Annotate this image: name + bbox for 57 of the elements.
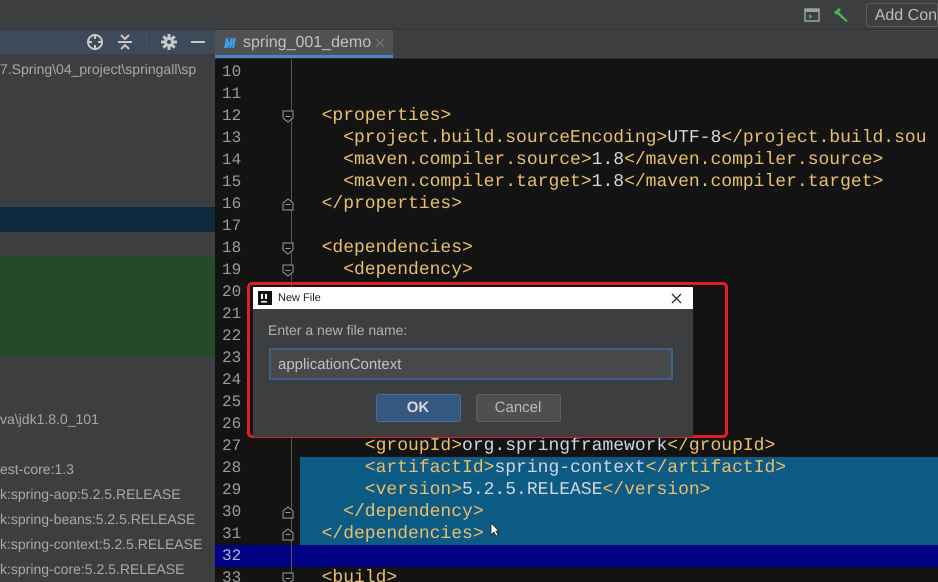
line-number: 27	[221, 436, 242, 457]
line-number: 32	[221, 546, 242, 567]
fold-marker-icon[interactable]	[282, 242, 294, 254]
line-number: 11	[221, 84, 242, 105]
dialog-button[interactable]: Cancel	[476, 394, 560, 422]
code-line: <maven.compiler.target>1.8</maven.compiler.target>	[342, 171, 884, 193]
line-number: 33	[221, 568, 242, 582]
line-number: 17	[221, 216, 242, 237]
run-window-icon[interactable]	[804, 8, 820, 22]
maven-file-icon	[223, 36, 239, 48]
line-number: 23	[221, 348, 242, 369]
line-number: 16	[221, 194, 242, 215]
line-number: 26	[221, 414, 242, 435]
line-number: 12	[221, 106, 242, 127]
line-number: 25	[221, 392, 242, 413]
line-number: 22	[221, 326, 242, 347]
collapse-icon[interactable]	[118, 33, 132, 51]
code-line: <dependencies>	[320, 237, 473, 259]
app-logo-icon	[258, 291, 272, 305]
line-number: 29	[221, 480, 242, 501]
hammer-icon[interactable]	[832, 6, 850, 22]
code-line: <properties>	[320, 105, 452, 127]
line-number: 28	[221, 458, 242, 479]
line-number: 19	[221, 260, 242, 281]
line-number: 21	[221, 304, 242, 325]
line-number: 20	[221, 282, 242, 303]
line-number: 30	[221, 502, 242, 523]
crosshair-icon[interactable]	[86, 33, 104, 51]
code-line: </properties>	[320, 193, 462, 215]
close-icon[interactable]	[671, 292, 682, 304]
code-line: <build>	[320, 567, 398, 582]
fold-marker-icon[interactable]	[282, 528, 294, 540]
settings-icon[interactable]	[161, 34, 177, 50]
line-number: 10	[221, 62, 242, 83]
fold-marker-icon[interactable]	[282, 110, 294, 122]
line-number: 31	[221, 524, 242, 545]
line-number: 18	[221, 238, 242, 259]
add-configuration-button[interactable]: Add Con	[866, 2, 938, 26]
code-line: <project.build.sourceEncoding>UTF-8</project.build.sou	[342, 127, 927, 149]
code-line: <groupId>org.springframework</groupId>	[364, 435, 776, 457]
fold-marker-icon[interactable]	[282, 506, 294, 518]
line-number: 13	[221, 128, 242, 149]
fold-marker-icon[interactable]	[282, 572, 294, 582]
line-number: 15	[221, 172, 242, 193]
line-number: 14	[221, 150, 242, 171]
prompt-label: Enter a new file name:	[268, 321, 408, 340]
file-name-field[interactable]: applicationContext	[269, 348, 673, 380]
mouse-pointer-icon	[490, 522, 500, 537]
line-number: 24	[221, 370, 242, 391]
code-line: <dependency>	[342, 259, 473, 281]
fold-marker-icon[interactable]	[282, 264, 294, 276]
code-line: <maven.compiler.source>1.8</maven.compiler.source>	[342, 149, 884, 171]
dialog-title: New File	[278, 290, 322, 306]
fold-marker-icon[interactable]	[282, 198, 294, 210]
editor-tab[interactable]: spring_001_demo	[215, 30, 394, 58]
dialog-button[interactable]: OK	[376, 394, 460, 422]
minimize-icon[interactable]	[191, 40, 205, 44]
